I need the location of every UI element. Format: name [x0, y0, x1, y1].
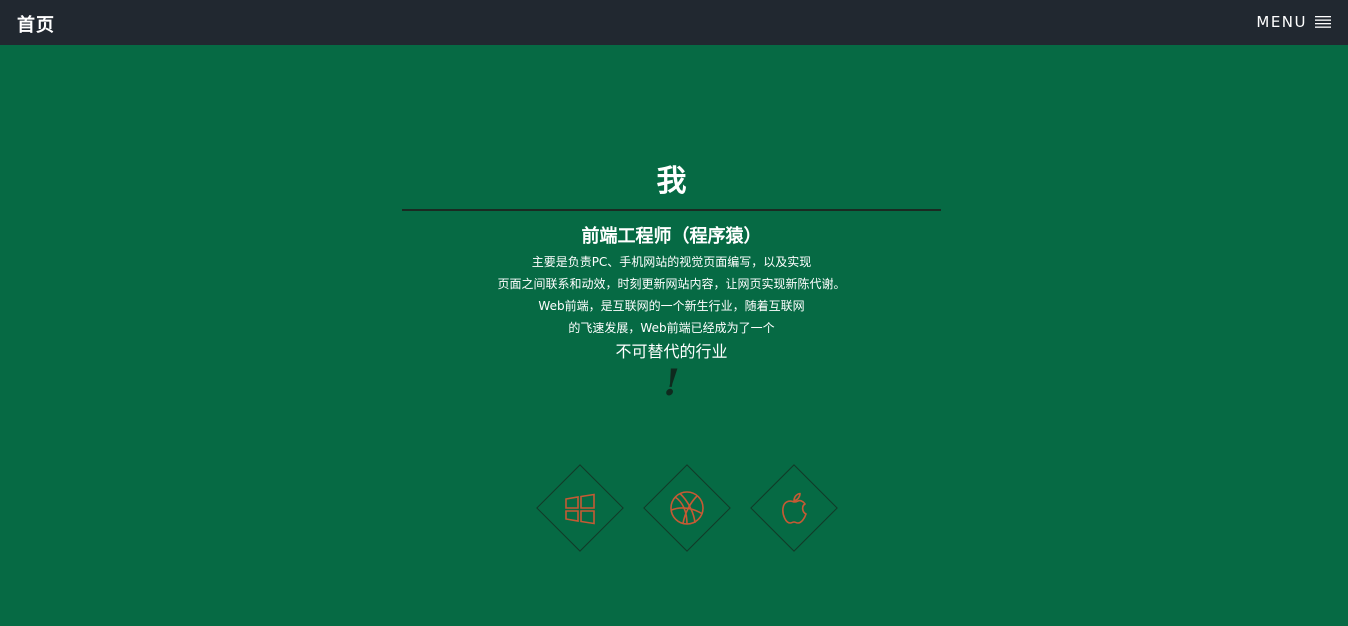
- exclamation-mark: !: [663, 362, 680, 404]
- description-line: Web前端，是互联网的一个新生行业，随着互联网: [538, 299, 805, 313]
- menu-button[interactable]: MENU: [1256, 13, 1331, 31]
- platform-icons: [536, 464, 838, 552]
- windows-button[interactable]: [536, 464, 624, 552]
- hero-section: 我 前端工程师（程序猿） 主要是负责PC、手机网站的视觉页面编写，以及实现 页面…: [402, 160, 941, 403]
- menu-label: MENU: [1256, 13, 1307, 31]
- description-line: 的飞速发展，Web前端已经成为了一个: [568, 321, 775, 335]
- apple-button[interactable]: [750, 464, 838, 552]
- description-line: 主要是负责PC、手机网站的视觉页面编写，以及实现: [531, 255, 812, 269]
- basketball-button[interactable]: [643, 464, 731, 552]
- hero-title: 我: [656, 164, 687, 199]
- basketball-icon: [667, 488, 707, 528]
- top-navbar: 首页 MENU: [0, 0, 1348, 45]
- description-line: 页面之间联系和动效，时刻更新网站内容，让网页实现新陈代谢。: [497, 277, 846, 291]
- home-link[interactable]: 首页: [17, 11, 55, 37]
- windows-icon: [560, 488, 600, 528]
- hero-description: 主要是负责PC、手机网站的视觉页面编写，以及实现 页面之间联系和动效，时刻更新网…: [402, 251, 941, 339]
- hamburger-icon: [1315, 15, 1331, 29]
- title-divider: [402, 209, 941, 211]
- hero-subtitle: 前端工程师（程序猿）: [581, 226, 762, 247]
- apple-icon: [774, 488, 814, 528]
